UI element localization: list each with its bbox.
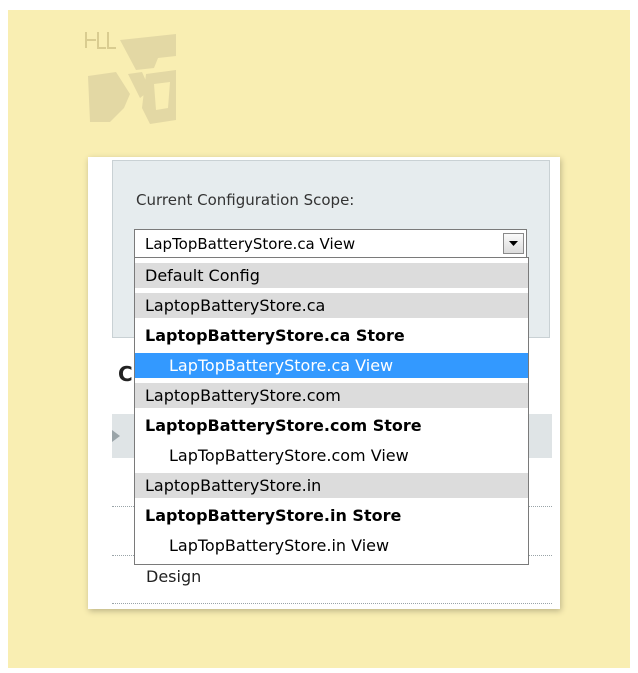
scope-label: Current Configuration Scope: <box>136 191 355 209</box>
option-website-in[interactable]: LaptopBatteryStore.in <box>135 473 528 498</box>
option-website-com[interactable]: LaptopBatteryStore.com <box>135 383 528 408</box>
scope-dropdown-list[interactable]: Default Config LaptopBatteryStore.ca Lap… <box>134 257 529 565</box>
option-store-ca[interactable]: LaptopBatteryStore.ca Store <box>135 323 528 348</box>
option-default-config[interactable]: Default Config <box>135 263 528 288</box>
option-website-ca[interactable]: LaptopBatteryStore.ca <box>135 293 528 318</box>
chevron-down-icon[interactable] <box>503 233 524 254</box>
option-store-com[interactable]: LaptopBatteryStore.com Store <box>135 413 528 438</box>
option-view-in[interactable]: LapTopBatteryStore.in View <box>135 533 528 558</box>
option-view-ca[interactable]: LapTopBatteryStore.ca View <box>135 353 528 378</box>
option-view-com[interactable]: LapTopBatteryStore.com View <box>135 443 528 468</box>
menu-item-design[interactable]: Design <box>146 567 201 586</box>
belvg-logo <box>80 28 180 130</box>
triangle-right-icon <box>112 430 120 442</box>
section-heading: C <box>118 362 133 386</box>
option-store-in[interactable]: LaptopBatteryStore.in Store <box>135 503 528 528</box>
scope-select[interactable]: LapTopBatteryStore.ca View <box>134 229 527 258</box>
scope-select-value: LapTopBatteryStore.ca View <box>145 235 356 253</box>
divider <box>112 603 552 604</box>
